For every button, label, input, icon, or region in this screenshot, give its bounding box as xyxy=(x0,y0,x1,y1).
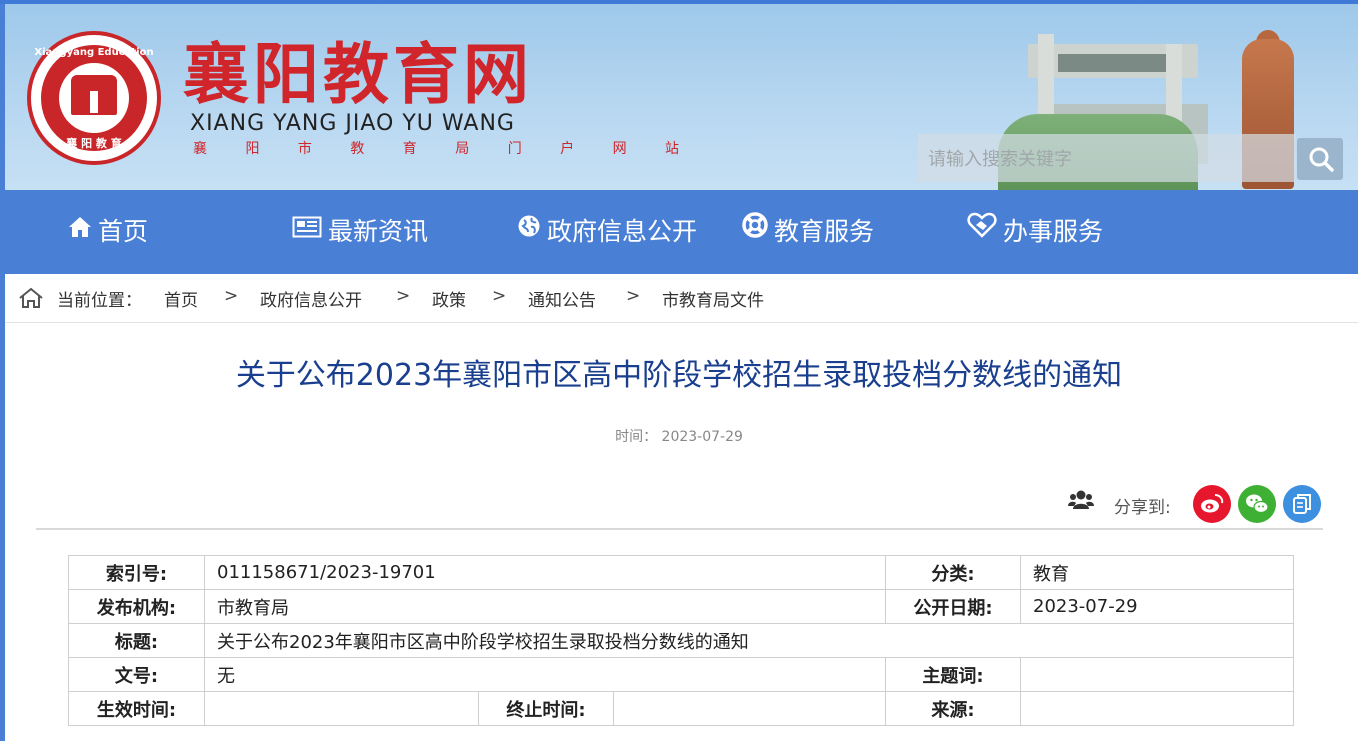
nav-label: 办事服务 xyxy=(1003,217,1104,246)
pubdate-label: 公开日期: xyxy=(885,589,1021,624)
table-row: 文号: 无 主题词: xyxy=(68,657,1294,692)
handshake-heart-icon xyxy=(967,188,997,272)
search-button[interactable] xyxy=(1297,138,1343,180)
nav-gov-info[interactable]: 政府信息公开 xyxy=(517,190,697,274)
article-meta: 时间： 2023-07-29 xyxy=(0,426,1358,446)
copy-icon xyxy=(1293,494,1311,514)
expiry-label: 终止时间: xyxy=(478,691,614,726)
table-row: 标题: 关于公布2023年襄阳市区高中阶段学校招生录取投档分数线的通知 xyxy=(68,623,1294,658)
source-value xyxy=(1020,691,1294,726)
newspaper-icon xyxy=(292,188,322,272)
pubdate-value: 2023-07-29 xyxy=(1020,589,1294,624)
home-icon xyxy=(68,188,92,272)
users-icon xyxy=(1068,489,1094,515)
wechat-icon xyxy=(1246,494,1269,514)
breadcrumb-home-link[interactable]: 首页 xyxy=(164,286,198,311)
emblem-top-text: Xiangyang Education xyxy=(34,47,154,58)
share-weibo-button[interactable] xyxy=(1193,485,1231,523)
keywords-label: 主题词: xyxy=(885,657,1021,692)
category-label: 分类: xyxy=(885,555,1021,590)
weibo-icon xyxy=(1201,494,1224,513)
table-row: 发布机构: 市教育局 公开日期: 2023-07-29 xyxy=(68,589,1294,624)
nav-edu-services[interactable]: 教育服务 xyxy=(742,190,874,274)
breadcrumb-prefix: 当前位置： xyxy=(57,291,142,311)
breadcrumb-gov-info-link[interactable]: 政府信息公开 xyxy=(260,286,362,311)
search-icon xyxy=(1309,147,1334,172)
nav-label: 最新资讯 xyxy=(328,217,429,246)
table-row: 生效时间: 终止时间: 来源: xyxy=(68,691,1294,726)
expiry-value xyxy=(613,691,886,726)
publisher-value: 市教育局 xyxy=(204,589,886,624)
site-name[interactable]: 襄阳教育网 xyxy=(183,34,533,114)
index-value: 011158671/2023-19701 xyxy=(204,555,886,590)
site-subtitle: 襄 阳 市 教 育 局 门 户 网 站 xyxy=(193,141,697,157)
keywords-value xyxy=(1020,657,1294,692)
effective-label: 生效时间: xyxy=(68,691,205,726)
globe-icon xyxy=(517,188,541,272)
top-border xyxy=(0,0,1358,4)
publish-time: 2023-07-29 xyxy=(661,429,743,445)
source-label: 来源: xyxy=(885,691,1021,726)
share-wechat-button[interactable] xyxy=(1238,485,1276,523)
share-copy-button[interactable] xyxy=(1283,485,1321,523)
breadcrumb-policy-link[interactable]: 政策 xyxy=(432,286,466,311)
home-outline-icon xyxy=(18,287,44,313)
publisher-label: 发布机构: xyxy=(68,589,205,624)
site-emblem-logo[interactable]: Xiangyang Education 襄 阳 教 育 xyxy=(27,31,161,165)
title-value: 关于公布2023年襄阳市区高中阶段学校招生录取投档分数线的通知 xyxy=(204,623,1294,658)
title-label: 标题: xyxy=(68,623,205,658)
lifebuoy-icon xyxy=(742,188,768,272)
docno-label: 文号: xyxy=(68,657,205,692)
nav-home[interactable]: 首页 xyxy=(68,190,148,274)
breadcrumb-separator: > xyxy=(224,286,239,306)
page: Xiangyang Education 襄 阳 教 育 襄阳教育网 XIANG … xyxy=(0,0,1358,741)
effective-value xyxy=(204,691,479,726)
breadcrumb-notices-link[interactable]: 通知公告 xyxy=(528,286,596,311)
breadcrumb-separator: > xyxy=(492,286,507,306)
nav-affairs-services[interactable]: 办事服务 xyxy=(967,190,1103,274)
nav-latest-news[interactable]: 最新资讯 xyxy=(292,190,428,274)
divider xyxy=(36,528,1323,530)
breadcrumb-separator: > xyxy=(396,286,411,306)
category-value: 教育 xyxy=(1020,555,1294,590)
table-row: 索引号: 011158671/2023-19701 分类: 教育 xyxy=(68,555,1294,590)
breadcrumb: 当前位置： 首页 > 政府信息公开 > 政策 > 通知公告 > 市教育局文件 xyxy=(5,274,1358,323)
breadcrumb-bureau-docs-link[interactable]: 市教育局文件 xyxy=(662,286,764,311)
time-label: 时间： xyxy=(615,429,658,445)
nav-label: 政府信息公开 xyxy=(547,217,698,246)
search-box xyxy=(918,134,1296,182)
index-label: 索引号: xyxy=(68,555,205,590)
share-label: 分享到: xyxy=(1114,498,1171,518)
nav-label: 教育服务 xyxy=(774,217,875,246)
nav-label: 首页 xyxy=(98,217,149,246)
document-info-table: 索引号: 011158671/2023-19701 分类: 教育 发布机构: 市… xyxy=(68,555,1294,726)
site-name-english: XIANG YANG JIAO YU WANG xyxy=(190,111,515,136)
search-input[interactable] xyxy=(926,144,1290,174)
breadcrumb-separator: > xyxy=(626,286,641,306)
main-nav: 首页 最新资讯 政府信息公开 教育服务 办事服务 xyxy=(5,190,1358,274)
emblem-bottom-text: 襄 阳 教 育 xyxy=(66,137,122,150)
docno-value: 无 xyxy=(204,657,886,692)
article-title: 关于公布2023年襄阳市区高中阶段学校招生录取投档分数线的通知 xyxy=(235,358,1123,393)
